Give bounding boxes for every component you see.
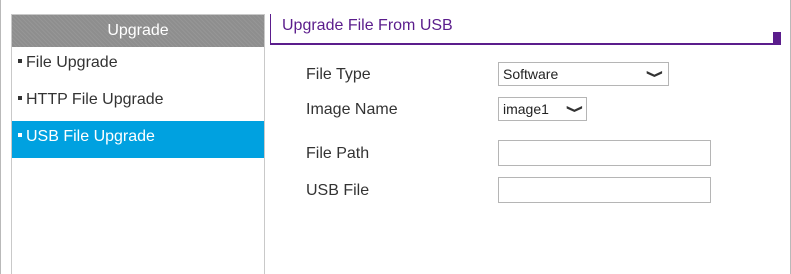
section-header: Upgrade File From USB xyxy=(270,14,781,45)
usb-file-label: USB File xyxy=(306,182,370,199)
sidebar-item-http-file-upgrade[interactable]: HTTP File Upgrade xyxy=(12,84,264,121)
file-type-select[interactable]: Software ❯ xyxy=(498,62,669,86)
image-name-value: image1 xyxy=(503,101,549,117)
image-name-label: Image Name xyxy=(306,101,398,118)
file-type-row: File Type Software ❯ xyxy=(270,60,781,90)
sidebar-item-label: File Upgrade xyxy=(26,54,118,71)
file-type-label: File Type xyxy=(306,66,371,83)
title-marker xyxy=(773,32,781,43)
main-panel: Upgrade File From USB File Type Software… xyxy=(270,14,781,274)
file-path-input[interactable] xyxy=(498,140,711,166)
file-path-label: File Path xyxy=(306,145,370,162)
sidebar: Upgrade File Upgrade HTTP File Upgrade U… xyxy=(11,14,265,274)
chevron-down-icon: ❯ xyxy=(565,104,583,114)
sidebar-header: Upgrade xyxy=(12,15,264,47)
file-path-row: File Path xyxy=(270,139,781,169)
image-name-row: Image Name image1 ❯ xyxy=(270,95,781,125)
upgrade-page: Upgrade File Upgrade HTTP File Upgrade U… xyxy=(0,0,791,274)
sidebar-item-usb-file-upgrade[interactable]: USB File Upgrade xyxy=(12,121,264,158)
image-name-select[interactable]: image1 ❯ xyxy=(498,97,587,121)
usb-file-row: USB File xyxy=(270,176,781,206)
bullet-icon xyxy=(18,58,22,63)
page-title: Upgrade File From USB xyxy=(270,14,459,43)
sidebar-item-label: USB File Upgrade xyxy=(26,128,155,145)
chevron-down-icon: ❯ xyxy=(645,69,663,79)
sidebar-item-label: HTTP File Upgrade xyxy=(26,91,164,108)
bullet-icon xyxy=(18,95,22,100)
sidebar-item-file-upgrade[interactable]: File Upgrade xyxy=(12,47,264,84)
sidebar-menu: File Upgrade HTTP File Upgrade USB File … xyxy=(12,47,264,158)
bullet-icon xyxy=(18,132,22,137)
file-type-value: Software xyxy=(503,66,559,82)
usb-file-input[interactable] xyxy=(498,177,711,203)
